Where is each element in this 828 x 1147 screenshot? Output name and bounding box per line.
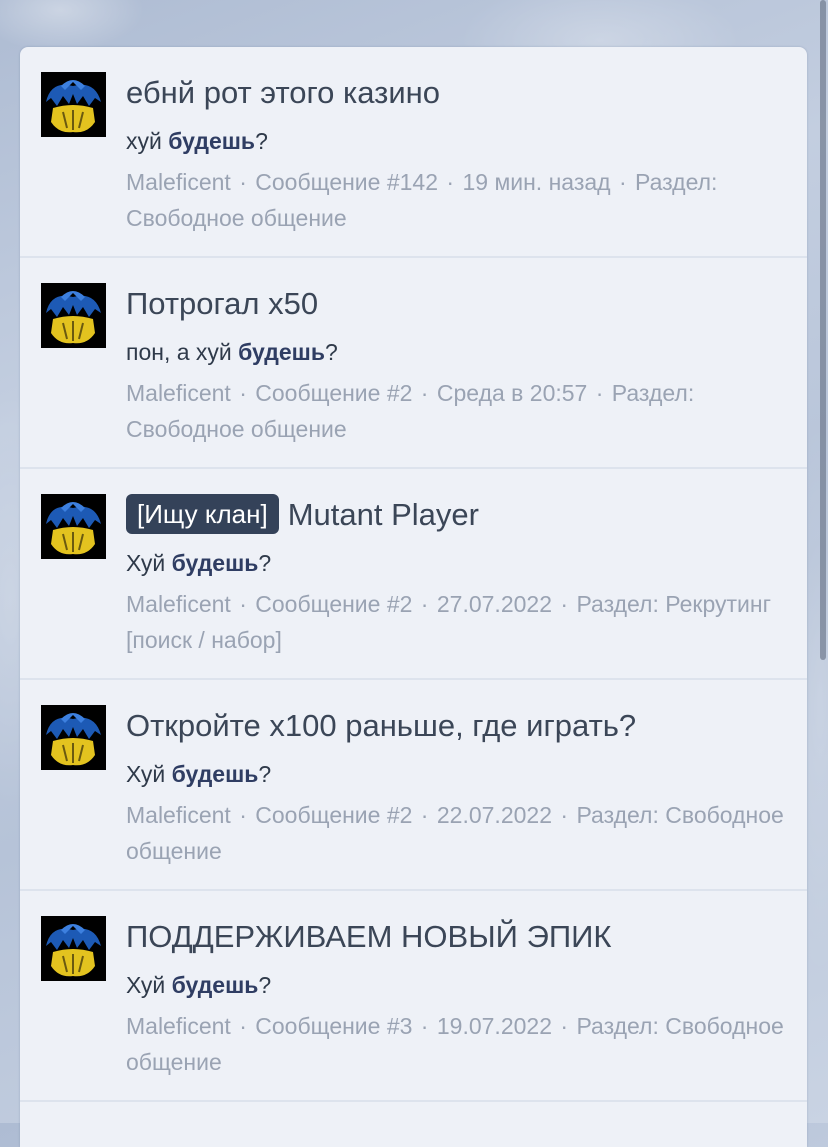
result-meta: Maleficent · Сообщение #3 · 19.07.2022 ·… (126, 1013, 784, 1075)
thread-title-text[interactable]: Mutant Player (288, 497, 479, 532)
section-link[interactable]: Свободное общение (126, 416, 347, 442)
thread-title-text[interactable]: Откройте x100 раньше, где играть? (126, 708, 636, 743)
post-number[interactable]: Сообщение #142 (255, 169, 438, 195)
ukraine-flag-eagle-avatar-icon (41, 283, 106, 348)
thread-title-text[interactable]: ПОДДЕРЖИВАЕМ НОВЫЙ ЭПИК (126, 919, 611, 954)
avatar[interactable] (41, 283, 106, 348)
author-link[interactable]: Maleficent (126, 802, 231, 828)
search-highlight: будешь (171, 972, 259, 998)
avatar[interactable] (41, 916, 106, 981)
section-label: Раздел: (576, 1013, 659, 1039)
thread-title[interactable]: [Ищу клан] Mutant Player (126, 493, 479, 537)
author-link[interactable]: Maleficent (126, 1013, 231, 1039)
search-result[interactable]: [Ищу клан] Mutant Player Хуй будешь? Male… (20, 469, 807, 680)
snippet-text: Хуй (126, 972, 172, 998)
ukraine-flag-eagle-avatar-icon (41, 705, 106, 770)
avatar[interactable] (41, 705, 106, 770)
result-meta: Maleficent · Сообщение #2 · Среда в 20:5… (126, 380, 695, 442)
author-link[interactable]: Maleficent (126, 591, 231, 617)
search-highlight: будешь (171, 761, 259, 787)
post-number[interactable]: Сообщение #2 (255, 591, 412, 617)
result-meta: Maleficent · Сообщение #142 · 19 мин. на… (126, 169, 718, 231)
section-label: Раздел: (576, 802, 659, 828)
search-result[interactable]: Потрогал x50 пон, а хуй будешь? Malefice… (20, 258, 807, 469)
search-result[interactable]: ПОДДЕРЖИВАЕМ НОВЫЙ ЭПИК Хуй будешь? Male… (20, 891, 807, 1102)
section-label: Раздел: (635, 169, 718, 195)
result-meta: Maleficent · Сообщение #2 · 22.07.2022 ·… (126, 802, 784, 864)
snippet-text-end: ? (258, 550, 272, 576)
search-results-panel: ебнй рот этого казино хуй будешь? Malefi… (20, 47, 807, 1147)
post-number[interactable]: Сообщение #3 (255, 1013, 412, 1039)
thread-title[interactable]: ПОДДЕРЖИВАЕМ НОВЫЙ ЭПИК (126, 915, 611, 959)
post-number[interactable]: Сообщение #2 (255, 802, 412, 828)
section-label: Раздел: (611, 380, 695, 406)
post-time: 22.07.2022 (436, 802, 552, 828)
ukraine-flag-eagle-avatar-icon (41, 72, 106, 137)
post-snippet: Хуй будешь? (126, 547, 271, 579)
snippet-text-end: ? (258, 761, 272, 787)
scrollbar-thumb[interactable] (820, 0, 826, 660)
snippet-text-end: ? (255, 128, 268, 154)
snippet-text-end: ? (258, 972, 272, 998)
post-time: 19.07.2022 (436, 1013, 552, 1039)
post-snippet: пон, а хуй будешь? (126, 336, 338, 368)
avatar[interactable] (41, 72, 106, 137)
thread-title-text[interactable]: ебнй рот этого казино (126, 75, 440, 110)
search-highlight: будешь (238, 339, 325, 365)
post-time: 19 мин. назад (462, 169, 611, 195)
page-scrollbar[interactable] (820, 0, 828, 1123)
search-highlight: будешь (168, 128, 256, 154)
author-link[interactable]: Maleficent (126, 169, 231, 195)
post-number[interactable]: Сообщение #2 (255, 380, 412, 406)
section-label: Раздел: (576, 591, 659, 617)
search-result[interactable]: Откройте x100 раньше, где играть? Хуй бу… (20, 680, 807, 891)
search-result[interactable]: ебнй рот этого казино хуй будешь? Malefi… (20, 47, 807, 258)
thread-title[interactable]: Потрогал x50 (126, 282, 318, 326)
post-snippet: Хуй будешь? (126, 758, 271, 790)
post-snippet: Хуй будешь? (126, 969, 271, 1001)
thread-title[interactable]: Откройте x100 раньше, где играть? (126, 704, 636, 748)
snippet-text: хуй (126, 128, 169, 154)
section-link[interactable]: Свободное общение (126, 205, 347, 231)
search-highlight: будешь (171, 550, 259, 576)
snippet-text-end: ? (324, 339, 338, 365)
result-meta: Maleficent · Сообщение #2 · 27.07.2022 ·… (126, 591, 771, 653)
author-link[interactable]: Maleficent (126, 380, 231, 406)
thread-title-text[interactable]: Потрогал x50 (126, 286, 318, 321)
ukraine-flag-eagle-avatar-icon (41, 494, 106, 559)
snippet-text: Хуй (126, 761, 172, 787)
thread-prefix-tag[interactable]: [Ищу клан] (126, 494, 279, 534)
post-time: Среда в 20:57 (436, 380, 588, 406)
post-snippet: хуй будешь? (126, 125, 268, 157)
ukraine-flag-eagle-avatar-icon (41, 916, 106, 981)
thread-title[interactable]: ебнй рот этого казино (126, 71, 440, 115)
avatar[interactable] (41, 494, 106, 559)
post-time: 27.07.2022 (436, 591, 552, 617)
snippet-text: Хуй (126, 550, 172, 576)
snippet-text: пон, а хуй (126, 339, 239, 365)
